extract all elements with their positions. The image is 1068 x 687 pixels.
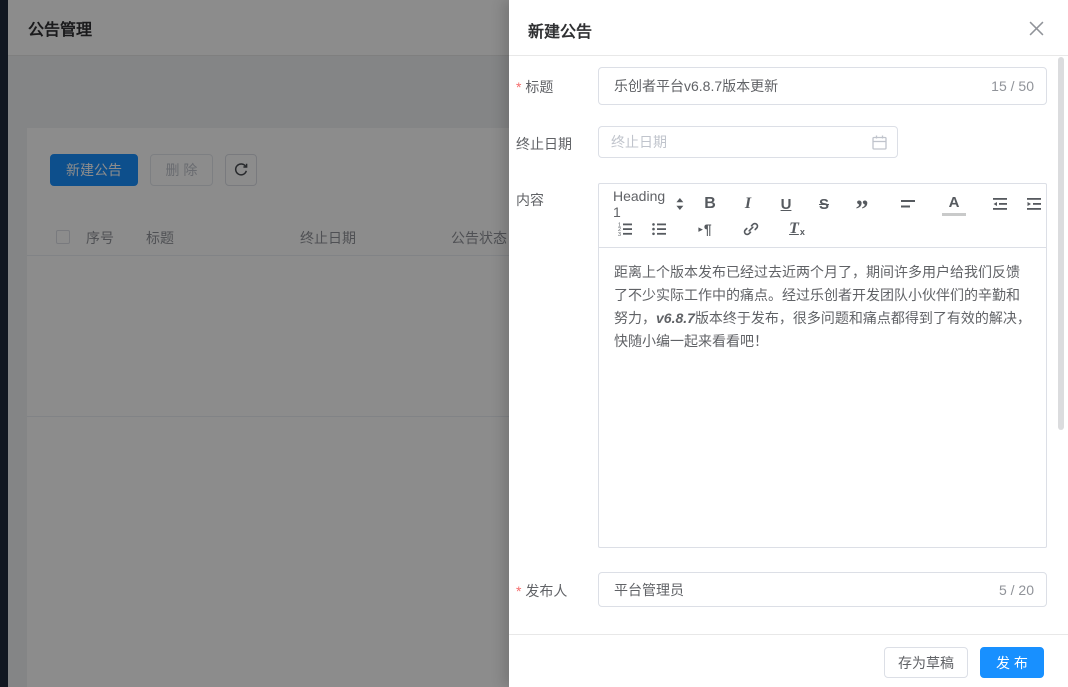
new-announcement-drawer: 新建公告 标题 15 / 50 终止日期	[509, 0, 1068, 687]
underline-button[interactable]: U	[774, 192, 798, 216]
end-date-label: 终止日期	[516, 134, 596, 154]
rich-text-editor: Heading 1 B I U S ”	[598, 183, 1047, 548]
calendar-icon	[871, 134, 888, 151]
editor-content-area[interactable]: 距离上个版本发布已经过去近两个月了，期间许多用户给我们反馈了不少实际工作中的痛点…	[599, 248, 1046, 548]
end-date-input[interactable]	[599, 127, 897, 157]
drawer-header: 新建公告	[509, 0, 1068, 56]
indent-icon	[1025, 195, 1043, 213]
close-icon[interactable]	[1026, 18, 1046, 38]
strikethrough-button[interactable]: S	[812, 192, 836, 216]
publish-button[interactable]: 发 布	[980, 647, 1044, 678]
text-color-button[interactable]: A	[942, 192, 966, 216]
title-input-wrapper: 15 / 50	[598, 67, 1047, 105]
end-date-picker[interactable]	[598, 126, 898, 158]
link-button[interactable]	[739, 217, 763, 241]
app-window: 公告管理 新建公告 删 除 序号 标题	[0, 0, 1068, 687]
clear-format-t: T	[789, 220, 799, 238]
bold-button[interactable]: B	[698, 192, 722, 216]
content-text-em: v6.8.7	[656, 310, 695, 326]
ordered-list-icon: 1 2 3	[616, 220, 634, 238]
publisher-input-wrapper: 5 / 20	[598, 572, 1047, 607]
ordered-list-button[interactable]: 1 2 3	[613, 217, 637, 241]
publisher-label: 发布人	[516, 581, 596, 601]
heading-select-value: Heading 1	[613, 188, 668, 220]
bullet-list-icon	[650, 220, 668, 238]
indent-button[interactable]	[1022, 192, 1046, 216]
editor-toolbar-row-1: Heading 1 B I U S ”	[613, 192, 1046, 216]
align-button[interactable]	[896, 192, 920, 216]
align-icon	[899, 195, 917, 213]
title-char-counter: 15 / 50	[987, 78, 1034, 94]
drawer-scrollbar-thumb[interactable]	[1058, 57, 1064, 430]
heading-select[interactable]: Heading 1	[613, 188, 684, 220]
clear-format-button[interactable]: Tx	[785, 217, 809, 241]
select-arrows-icon	[676, 197, 684, 211]
footer-divider	[509, 634, 1068, 635]
editor-toolbar: Heading 1 B I U S ”	[599, 184, 1046, 248]
link-icon	[742, 220, 760, 238]
content-label: 内容	[516, 190, 596, 210]
outdent-icon	[991, 195, 1009, 213]
italic-button[interactable]: I	[736, 192, 760, 216]
blockquote-button[interactable]: ”	[850, 192, 874, 216]
publisher-char-counter: 5 / 20	[995, 582, 1034, 598]
clear-format-x: x	[800, 227, 805, 237]
title-input[interactable]	[599, 68, 1046, 104]
svg-text:3: 3	[618, 232, 621, 238]
text-direction-button[interactable]: ¶	[693, 217, 717, 241]
title-label: 标题	[516, 77, 596, 97]
outdent-button[interactable]	[988, 192, 1012, 216]
save-draft-button[interactable]: 存为草稿	[884, 647, 968, 678]
editor-toolbar-row-2: 1 2 3 ¶	[613, 217, 1046, 241]
drawer-title: 新建公告	[528, 18, 592, 42]
bullet-list-button[interactable]	[647, 217, 671, 241]
publisher-input[interactable]	[599, 573, 1046, 606]
